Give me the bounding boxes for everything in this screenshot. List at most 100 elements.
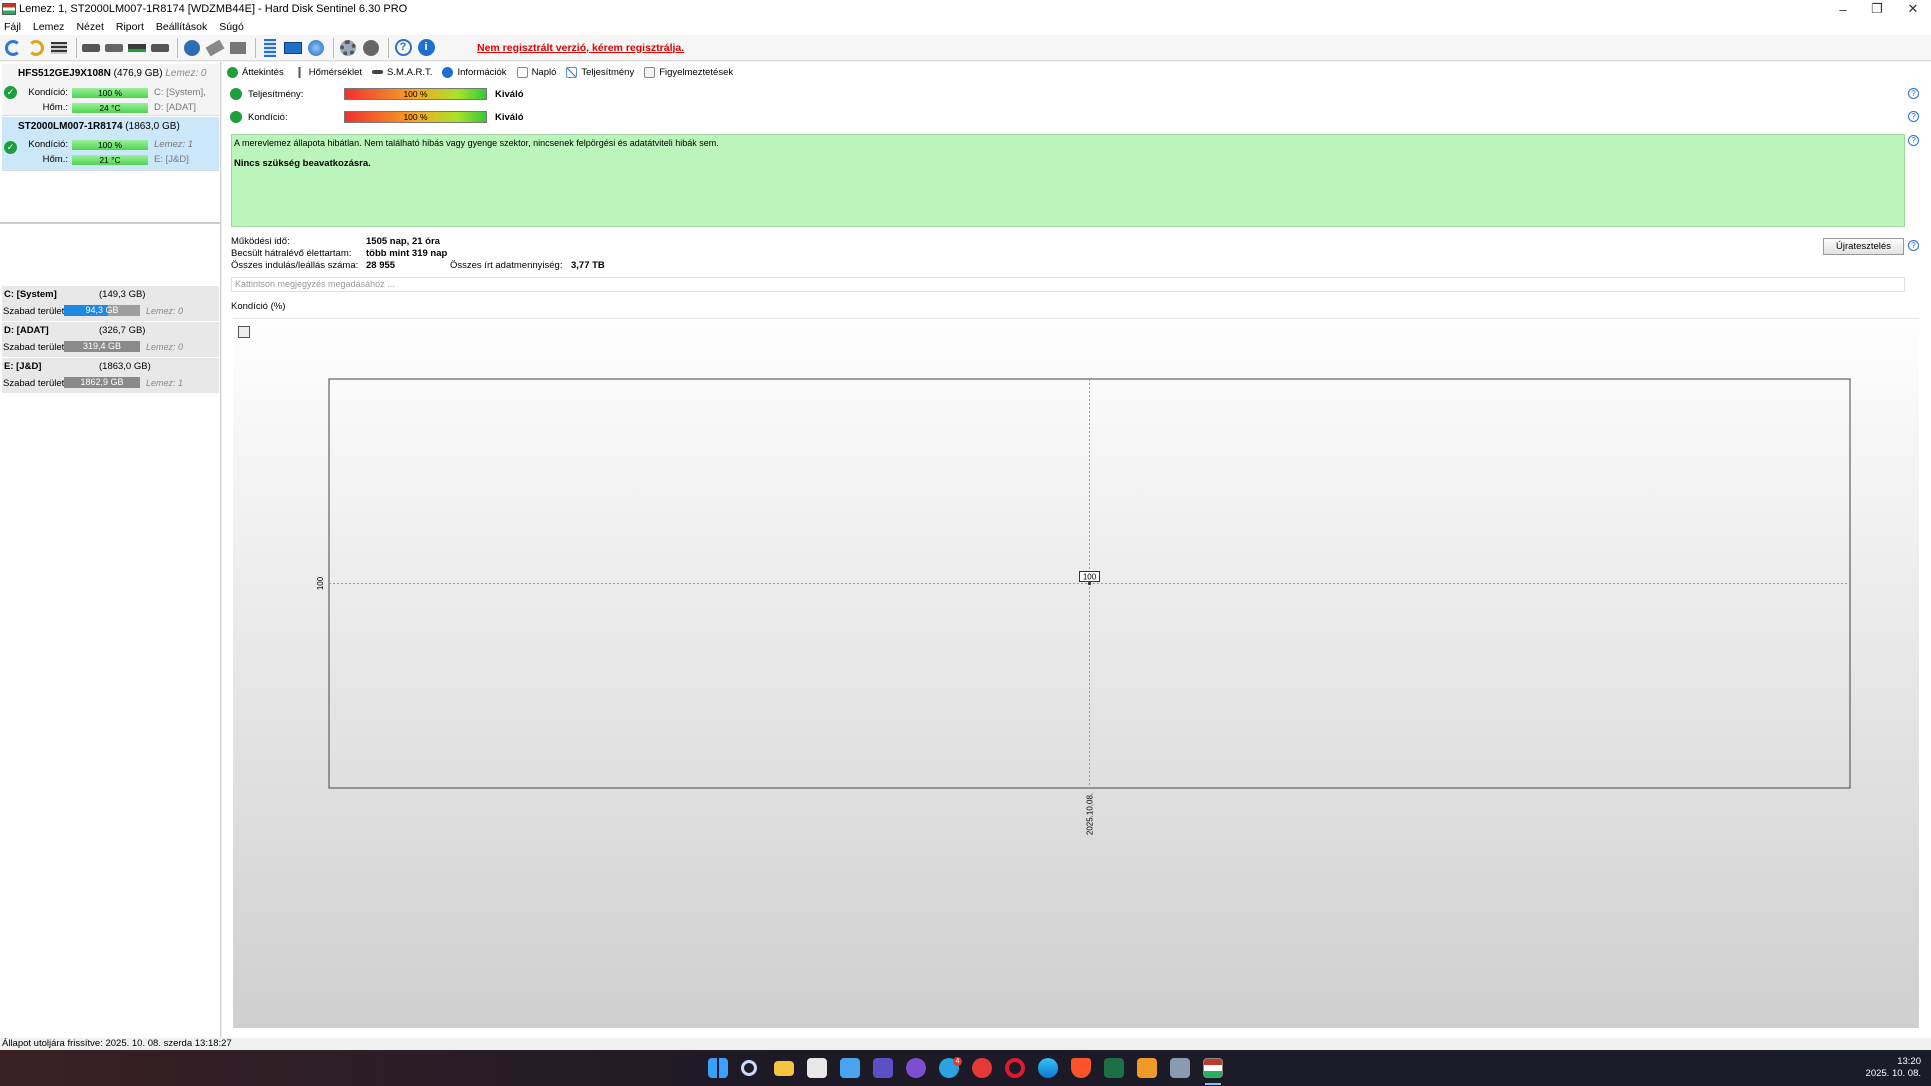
help-icon[interactable]: ? [1908,88,1919,99]
edge-icon[interactable] [1038,1058,1058,1078]
preferences-gear-icon[interactable] [338,38,358,58]
disk-entry-selected[interactable]: ST2000LM007-1R8174 (1863,0 GB) ✓ Kondíci… [2,117,219,171]
chart-icon [566,66,578,78]
menu-file[interactable]: Fájl [4,21,21,33]
email-icon[interactable] [283,38,303,58]
windows-start-icon[interactable] [708,1058,728,1078]
report-icon[interactable] [260,38,280,58]
info-icon[interactable]: i [416,38,436,58]
uptime-label: Működési idő: [231,236,290,247]
close-button[interactable]: ✕ [1896,0,1930,18]
document-icon [516,66,528,78]
retest-button[interactable]: Újratesztelés [1823,238,1904,255]
brave-icon[interactable] [1071,1058,1091,1078]
opera-icon[interactable] [1005,1058,1025,1078]
menu-disk[interactable]: Lemez [33,21,65,33]
condition-bar: 100 % [72,139,148,150]
app-icon[interactable] [1137,1058,1157,1078]
help-icon[interactable]: ? [1908,240,1919,251]
chart-tab-condition[interactable]: Kondíció (%) [231,301,285,312]
active-indicator [1205,1083,1221,1085]
toolbar-separator [388,37,389,58]
menu-bar: Fájl Lemez Nézet Riport Beállítások Súgó [0,18,1931,35]
main-panel: Áttekintés Hőmérséklet S.M.A.R.T. Inform… [222,62,1931,1038]
temperature-bar: 24 °C [72,102,148,113]
disk-entry[interactable]: HFS512GEJ9X108N (476,9 GB) Lemez: 0 ✓ Ko… [2,64,219,116]
disk-check-icon[interactable] [127,38,147,58]
refresh-icon[interactable] [3,38,23,58]
notification-badge: 4 [953,1057,962,1066]
network-disk-icon[interactable] [182,38,202,58]
title-bar: Lemez: 1, ST2000LM007-1R8174 [WDZMB44E] … [0,0,1931,18]
condition-row: Kondíció: 100 % Lemez: 1 [28,139,194,150]
condition-row: Kondíció: 100 % C: [System], [28,87,206,98]
status-message-box: A merevlemez állapota hibátlan. Nem talá… [231,134,1905,227]
tab-temperature[interactable]: Hőmérséklet [293,66,362,78]
status-bar: Állapot utoljára frissítve: 2025. 10. 08… [0,1038,1931,1050]
calculator-icon[interactable] [1170,1058,1190,1078]
help-icon[interactable]: ? [1908,111,1919,122]
disk-test-icon[interactable] [81,38,101,58]
written-value: 3,77 TB [571,260,605,271]
condition-chart: 100 2025.10.08. 100 [316,378,1851,835]
tools-icon[interactable] [205,38,225,58]
disk-surface-icon[interactable] [104,38,124,58]
check-icon [227,66,238,78]
performance-row: Teljesítmény: 100 % Kiváló [230,88,524,100]
backup-icon[interactable] [228,38,248,58]
system-clock[interactable]: 13:20 2025. 10. 08. [1866,1056,1921,1080]
media-icon[interactable] [873,1058,893,1078]
tab-bar: Áttekintés Hőmérséklet S.M.A.R.T. Inform… [227,64,743,80]
disk-list-icon[interactable] [49,38,69,58]
starts-value: 28 955 [366,260,396,271]
menu-help[interactable]: Súgó [219,21,244,33]
menu-settings[interactable]: Beállítások [156,21,207,33]
disk-search-icon[interactable] [150,38,170,58]
disk-name: HFS512GEJ9X108N (476,9 GB) Lemez: 0 [18,68,207,79]
menu-view[interactable]: Nézet [76,21,103,33]
hard-disk-sentinel-icon[interactable] [1203,1058,1223,1078]
free-space-bar: 1862,9 GB [64,377,140,388]
configuration-icon[interactable] [361,38,381,58]
tab-log[interactable]: Napló [516,66,556,78]
clock-time: 13:20 [1897,1056,1921,1067]
help-icon[interactable]: ? [393,38,413,58]
condition-bar: 100 % [344,111,487,123]
lifetime-value: több mint 319 nap [366,248,448,259]
toolbar-separator [76,37,77,58]
web-report-icon[interactable] [306,38,326,58]
partition-entry[interactable]: D: [ADAT] (326,7 GB) Szabad terület 319,4 … [2,322,219,358]
info-icon [442,66,454,78]
store-icon[interactable] [807,1058,827,1078]
maximize-button[interactable]: ❐ [1860,0,1894,18]
photos-icon[interactable] [840,1058,860,1078]
partition-entry[interactable]: C: [System] (149,3 GB) Szabad terület 94,3… [2,286,219,322]
excel-icon[interactable] [1104,1058,1124,1078]
refresh-all-icon[interactable] [26,38,46,58]
tab-overview[interactable]: Áttekintés [227,66,284,78]
minimize-button[interactable]: – [1826,0,1860,18]
tab-information[interactable]: Információk [442,66,507,78]
viber-icon[interactable] [906,1058,926,1078]
pane-divider [0,222,220,224]
condition-bar: 100 % [72,87,148,98]
tab-performance[interactable]: Teljesítmény [566,66,634,78]
condition-row: Kondíció: 100 % Kiváló [230,111,524,123]
unregistered-link[interactable]: Nem regisztrált verzió, kérem regisztrál… [477,42,684,54]
tab-alerts[interactable]: Figyelmeztetések [644,66,733,78]
disk-name: ST2000LM007-1R8174 (1863,0 GB) [18,121,180,132]
written-label: Összes írt adatmennyiség: [450,260,563,271]
x-tick-label: 2025.10.08. [1086,793,1095,835]
partition-entry[interactable]: E: [J&D] (1863,0 GB) Szabad terület 1862,9… [2,358,219,394]
note-input[interactable]: Kattintson megjegyzés megadásához ... [231,277,1905,292]
help-icon[interactable]: ? [1908,135,1919,146]
youtube-music-icon[interactable] [972,1058,992,1078]
file-explorer-icon[interactable] [774,1061,794,1076]
chart-panel: 100 2025.10.08. 100 [233,318,1919,1028]
partition-list: C: [System] (149,3 GB) Szabad terület 94,3… [2,286,219,394]
menu-report[interactable]: Riport [116,21,144,33]
search-icon[interactable] [741,1060,757,1076]
disk-list-pane: HFS512GEJ9X108N (476,9 GB) Lemez: 0 ✓ Ko… [0,62,221,1038]
temperature-bar: 21 °C [72,154,148,165]
tab-smart[interactable]: S.M.A.R.T. [372,67,432,78]
